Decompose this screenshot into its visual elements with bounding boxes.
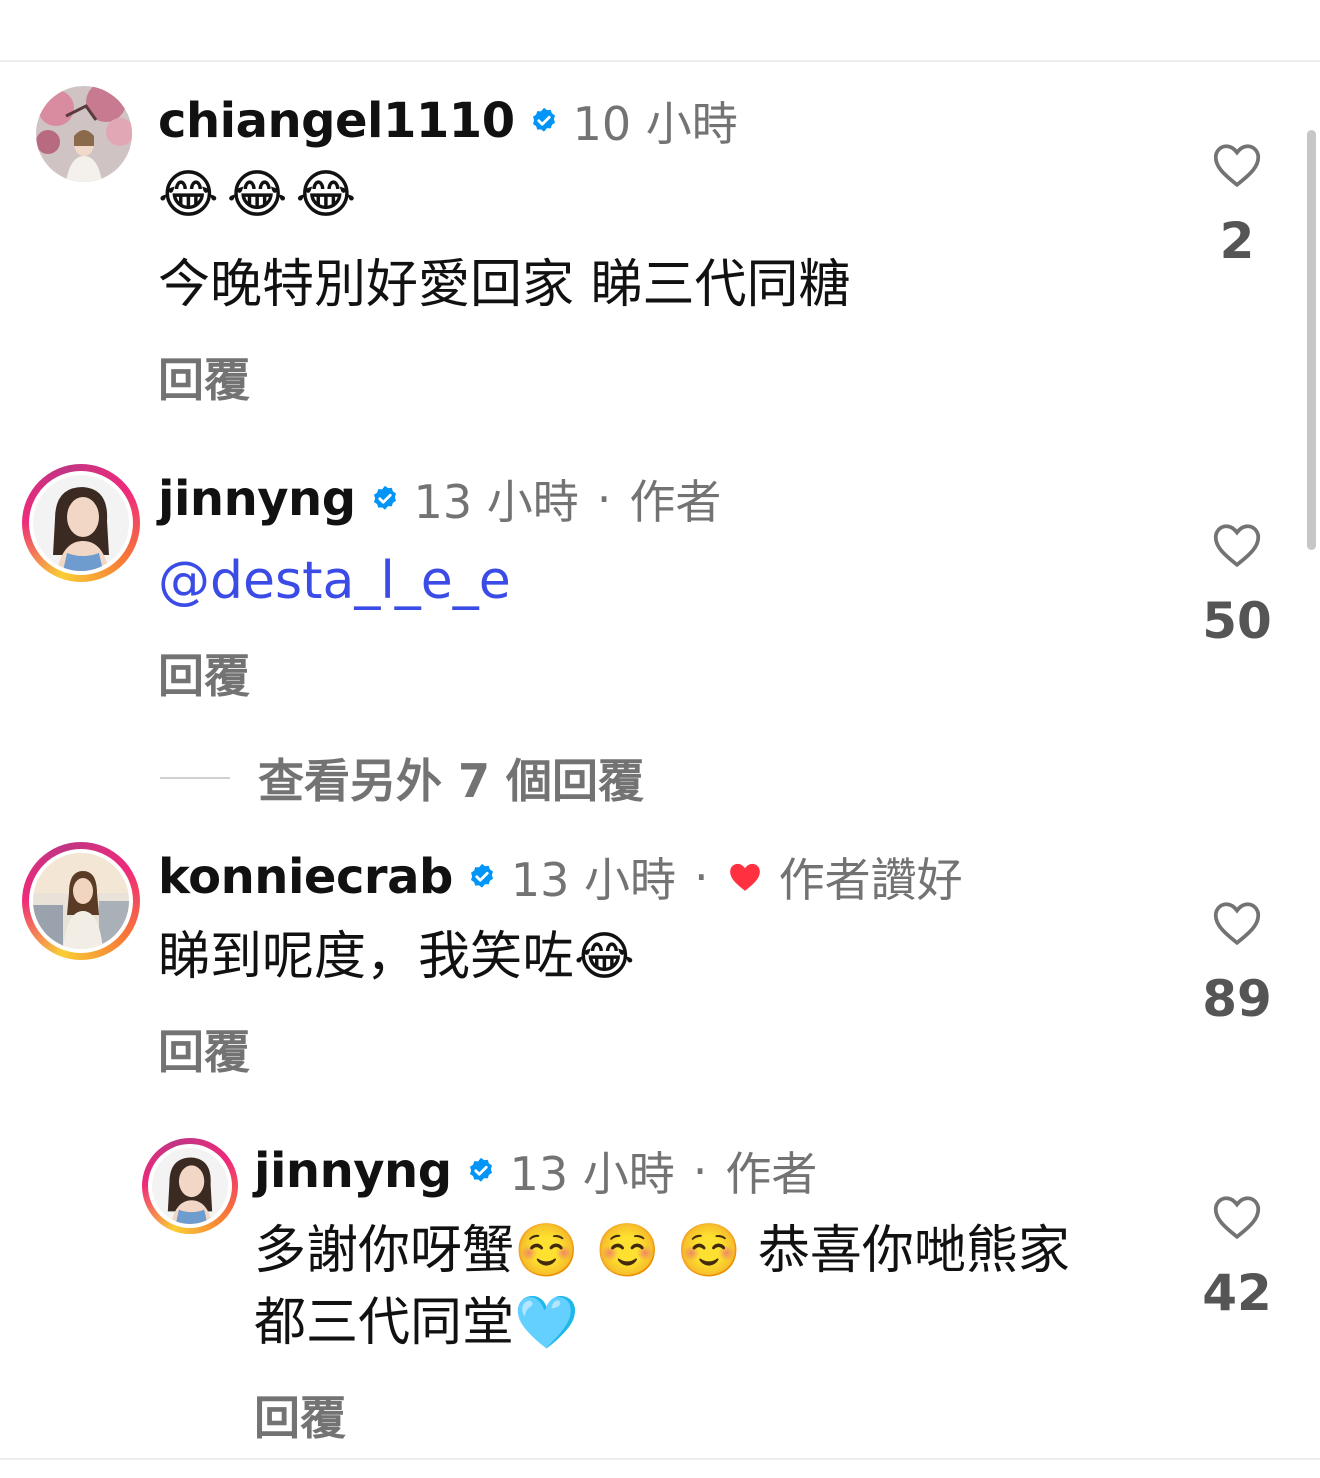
comment-text-content: 多謝你呀蟹 (254, 1221, 515, 1281)
verified-badge-icon (466, 1156, 496, 1186)
avatar[interactable] (22, 842, 140, 960)
heart-outline-icon[interactable] (1212, 522, 1262, 568)
timestamp: 13 小時 (510, 853, 676, 907)
emoji: 🩵 (514, 1293, 579, 1353)
heart-outline-icon[interactable] (1212, 142, 1262, 188)
like-count: 50 (1202, 592, 1272, 650)
scrollbar-thumb[interactable] (1307, 130, 1316, 550)
emoji: 😂 (158, 165, 219, 225)
separator: · (692, 1144, 708, 1198)
top-divider (0, 60, 1320, 62)
comment-text-content: 恭喜你哋熊家 (757, 1221, 1070, 1281)
comment-text-line2: 都三代同堂🩵 (254, 1288, 579, 1358)
comment-text: 睇到呢度，我笑咗😂 (158, 922, 635, 992)
comment-text-content: 睇到呢度，我笑咗 (158, 927, 575, 987)
heart-filled-icon (727, 861, 763, 893)
bottom-divider (0, 1458, 1320, 1460)
separator: · (694, 850, 709, 904)
emoji: ☺️ (676, 1221, 742, 1281)
emoji: ☺️ (514, 1221, 579, 1281)
like-count: 89 (1202, 970, 1272, 1028)
emoji: 😂 (574, 927, 635, 987)
author-badge: 作者 (629, 475, 722, 529)
timestamp: 10 小時 (572, 97, 738, 151)
reply-button[interactable]: 回覆 (158, 1016, 250, 1082)
author-liked-label: 作者讚好 (778, 853, 963, 907)
divider-line (160, 777, 230, 779)
mention-link[interactable]: @desta_l_e_e (158, 546, 511, 616)
heart-outline-icon[interactable] (1212, 900, 1262, 946)
avatar[interactable] (36, 86, 132, 182)
view-more-replies-label[interactable]: 查看另外 7 個回覆 (258, 745, 644, 811)
username[interactable]: chiangel1110 (158, 93, 515, 149)
verified-badge-icon (529, 106, 559, 136)
view-more-replies-button[interactable]: 查看另外 7 個回覆 (160, 745, 644, 811)
reply-button[interactable]: 回覆 (254, 1382, 346, 1448)
comment-text: 今晚特別好愛回家 睇三代同糖 (158, 255, 851, 315)
comment-text-content: 都三代同堂 (254, 1293, 515, 1353)
emoji: 😂 (226, 165, 288, 225)
reply-button[interactable]: 回覆 (158, 344, 250, 410)
timestamp: 13 小時 (509, 1147, 675, 1201)
verified-badge-icon (370, 484, 400, 514)
heart-outline-icon[interactable] (1212, 1194, 1262, 1240)
emoji: 😂 (295, 165, 357, 225)
reply-button[interactable]: 回覆 (158, 640, 250, 706)
comment-text-line1: 多謝你呀蟹☺️ ☺️ ☺️ 恭喜你哋熊家 (254, 1216, 1070, 1286)
username[interactable]: konniecrab (158, 849, 453, 905)
like-count: 42 (1202, 1264, 1272, 1322)
verified-badge-icon (467, 862, 497, 892)
username[interactable]: jinnyng (158, 471, 356, 527)
username[interactable]: jinnyng (254, 1143, 452, 1199)
timestamp: 13 小時 (413, 475, 579, 529)
comment-emojis: 😂 😂 😂 (158, 160, 356, 230)
avatar[interactable] (22, 464, 140, 582)
author-badge: 作者 (725, 1147, 818, 1201)
scrollbar[interactable] (1300, 60, 1320, 1458)
separator: · (596, 472, 612, 526)
like-count: 2 (1219, 212, 1255, 270)
emoji: ☺️ (595, 1221, 661, 1281)
avatar[interactable] (142, 1138, 238, 1234)
